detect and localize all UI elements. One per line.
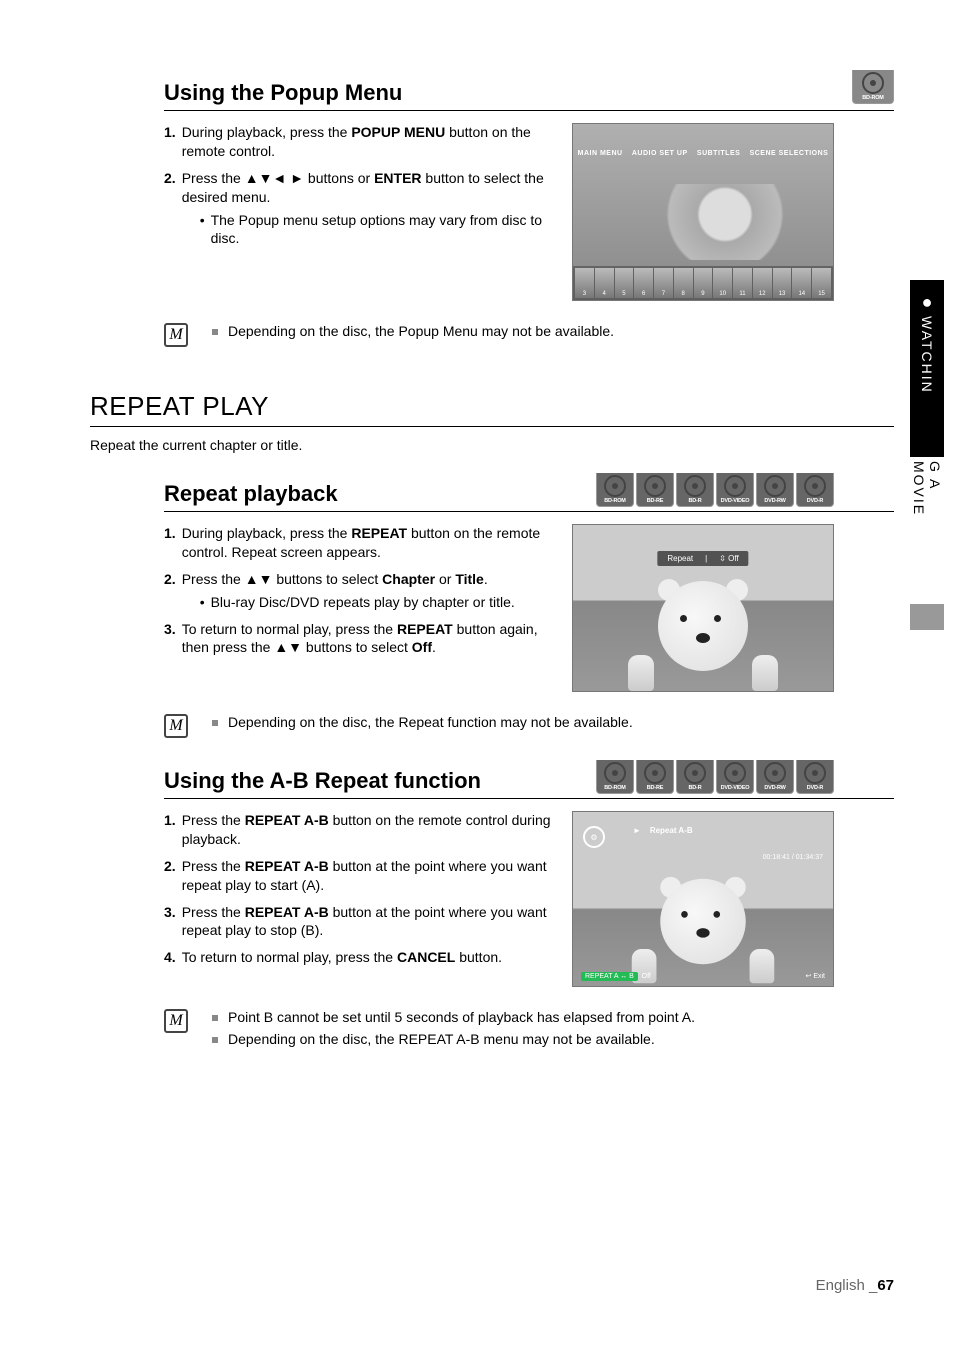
heading-repeat-playback: Repeat playback bbox=[164, 481, 338, 507]
section-header-repeat-playback: Repeat playback BD-ROM BD-RE BD-R DVD-VI… bbox=[164, 481, 894, 512]
osd-exit: Exit bbox=[813, 973, 825, 980]
disc-spin-icon: ⚙ bbox=[583, 826, 605, 848]
sub-bullet-text: Blu-ray Disc/DVD repeats play by chapter… bbox=[211, 593, 515, 612]
heading-popup-menu: Using the Popup Menu bbox=[164, 80, 894, 111]
disc-label: BD-R bbox=[689, 498, 702, 504]
bullet-icon bbox=[212, 1015, 218, 1021]
disc-label: DVD-RW bbox=[764, 498, 785, 504]
note-row: M Depending on the disc, the Repeat func… bbox=[164, 714, 894, 738]
preview-image-icon bbox=[593, 184, 813, 260]
osd-label: Repeat bbox=[667, 554, 693, 563]
osd-value: ⇳ Off bbox=[719, 554, 738, 563]
footer-language: English bbox=[816, 1277, 869, 1294]
heading-ab-repeat: Using the A-B Repeat function bbox=[164, 768, 481, 794]
osd-value: Off bbox=[642, 973, 651, 980]
disc-indicator-strip: BD-ROM BD-RE BD-R DVD-VIDEO DVD-RW DVD-R bbox=[596, 473, 834, 507]
preview-image-icon bbox=[632, 879, 775, 984]
sub-bullet-text: The Popup menu setup options may vary fr… bbox=[211, 211, 552, 249]
step-text: Press the ▲▼◄ ► buttons or ENTER button … bbox=[182, 169, 552, 249]
ab-repeat-content: 1. Press the REPEAT A-B button on the re… bbox=[164, 811, 894, 987]
osd-label: Repeat A-B bbox=[650, 826, 693, 835]
repeat-playback-content: 1. During playback, press the REPEAT but… bbox=[164, 524, 894, 692]
arrow-keys-icon: ▲▼ bbox=[274, 639, 302, 655]
screenshot-repeat: Repeat | ⇳ Off bbox=[572, 524, 834, 692]
osd-repeat-bar: Repeat | ⇳ Off bbox=[657, 551, 748, 566]
note-icon: M bbox=[164, 714, 188, 738]
disc-label: DVD-R bbox=[807, 785, 823, 791]
play-icon: ► bbox=[633, 826, 641, 835]
step-number: 2. bbox=[164, 169, 176, 249]
step-number: 2. bbox=[164, 570, 176, 612]
note-icon: M bbox=[164, 323, 188, 347]
screenshot-popup-menu: MAIN MENU AUDIO SET UP SUBTITLES SCENE S… bbox=[572, 123, 834, 301]
arrow-keys-icon: ▲▼◄ ► bbox=[245, 170, 304, 186]
note-text: Depending on the disc, the Popup Menu ma… bbox=[228, 323, 614, 339]
osd-menu-item: SCENE SELECTIONS bbox=[750, 150, 829, 157]
disc-label: DVD-R bbox=[807, 498, 823, 504]
step-number: 1. bbox=[164, 123, 176, 161]
note-text: Point B cannot be set until 5 seconds of… bbox=[228, 1009, 695, 1025]
disc-label: DVD-VIDEO bbox=[721, 785, 750, 791]
bullet-icon bbox=[212, 1037, 218, 1043]
step-text: Press the REPEAT A-B button at the point… bbox=[182, 857, 552, 895]
osd-timecode: 00:18:41 / 01:34:37 bbox=[763, 854, 823, 861]
note-text: Depending on the disc, the REPEAT A-B me… bbox=[228, 1031, 655, 1047]
disc-label: BD-ROM bbox=[604, 785, 625, 791]
side-chapter-text: WATCHIN bbox=[919, 316, 935, 394]
step-text: During playback, press the REPEAT button… bbox=[182, 524, 552, 562]
note-row: M Depending on the disc, the Popup Menu … bbox=[164, 323, 894, 347]
side-chapter-text-cont: G A MOVIE bbox=[911, 461, 943, 544]
manual-page: ● WATCHIN G A MOVIE BD-ROM Using the Pop… bbox=[0, 0, 954, 1354]
disc-label: BD-ROM bbox=[862, 95, 883, 101]
osd-menu-item: AUDIO SET UP bbox=[632, 150, 688, 157]
preview-image-icon bbox=[628, 581, 778, 691]
step-number: 3. bbox=[164, 620, 176, 658]
disc-label: BD-RE bbox=[647, 498, 663, 504]
osd-menu-item: SUBTITLES bbox=[697, 150, 740, 157]
heading-repeat-play: REPEAT PLAY bbox=[90, 391, 894, 427]
disc-indicator-strip: BD-ROM BD-RE BD-R DVD-VIDEO DVD-RW DVD-R bbox=[596, 760, 834, 794]
disc-icon: BD-ROM bbox=[852, 70, 894, 104]
side-tab: ● WATCHIN G A MOVIE bbox=[900, 280, 954, 630]
step-text: During playback, press the POPUP MENU bu… bbox=[182, 123, 552, 161]
bullet-icon bbox=[212, 329, 218, 335]
bullet-icon bbox=[212, 720, 218, 726]
page-footer: English _67 bbox=[816, 1277, 894, 1294]
side-tab-black: ● WATCHIN bbox=[910, 280, 944, 457]
osd-bottom-bar: REPEAT A ↔ B Off ↩ Exit bbox=[581, 972, 825, 980]
disc-label: DVD-RW bbox=[764, 785, 785, 791]
step-number: 1. bbox=[164, 524, 176, 562]
note-row: M Point B cannot be set until 5 seconds … bbox=[164, 1009, 894, 1053]
note-text: Depending on the disc, the Repeat functi… bbox=[228, 714, 633, 730]
page-number: 67 bbox=[877, 1277, 894, 1294]
disc-label: BD-ROM bbox=[604, 498, 625, 504]
disc-label: BD-RE bbox=[647, 785, 663, 791]
section-header-ab-repeat: Using the A-B Repeat function BD-ROM BD-… bbox=[164, 768, 894, 799]
step-number: 1. bbox=[164, 811, 176, 849]
step-number: 2. bbox=[164, 857, 176, 895]
screenshot-ab-repeat: ⚙ ► Repeat A-B 00:18:41 / 01:34:37 REPEA… bbox=[572, 811, 834, 987]
thumbnail-strip: 3 4 5 6 7 8 9 10 11 12 13 14 15 bbox=[573, 266, 833, 300]
side-tab-gray bbox=[910, 604, 944, 630]
disc-label: DVD-VIDEO bbox=[721, 498, 750, 504]
step-text: Press the REPEAT A-B button at the point… bbox=[182, 903, 552, 941]
step-text: To return to normal play, press the REPE… bbox=[182, 620, 552, 658]
osd-ab-badge: REPEAT A ↔ B bbox=[581, 972, 638, 981]
intro-text: Repeat the current chapter or title. bbox=[90, 437, 894, 453]
note-icon: M bbox=[164, 1009, 188, 1033]
step-number: 3. bbox=[164, 903, 176, 941]
disc-label: BD-R bbox=[689, 785, 702, 791]
step-text: To return to normal play, press the CANC… bbox=[182, 948, 552, 967]
arrow-keys-icon: ▲▼ bbox=[245, 571, 273, 587]
step-number: 4. bbox=[164, 948, 176, 967]
side-bullet: ● bbox=[922, 292, 933, 313]
popup-menu-content: 1. During playback, press the POPUP MENU… bbox=[164, 123, 894, 301]
step-text: Press the ▲▼ buttons to select Chapter o… bbox=[182, 570, 552, 612]
osd-menu-item: MAIN MENU bbox=[578, 150, 623, 157]
disc-indicator-top: BD-ROM bbox=[852, 70, 894, 104]
step-text: Press the REPEAT A-B button on the remot… bbox=[182, 811, 552, 849]
